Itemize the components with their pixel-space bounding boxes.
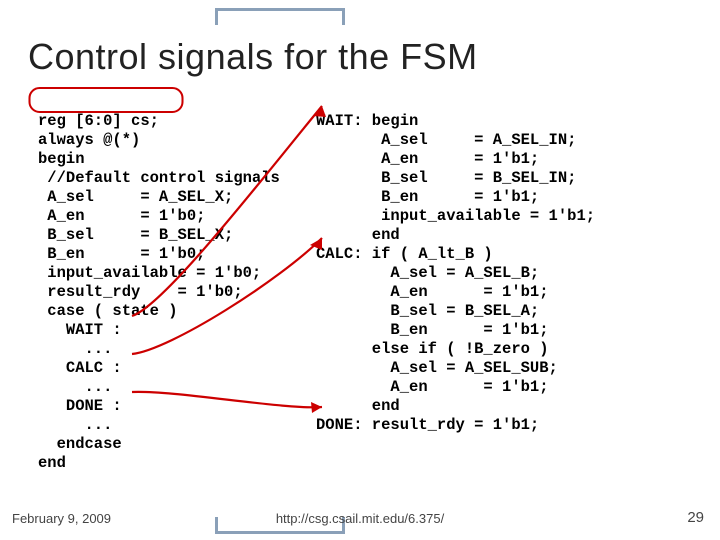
code-left-block: reg [6:0] cs; always @(*) begin //Defaul… [38,112,280,473]
footer-url: http://csg.csail.mit.edu/6.375/ [0,511,720,526]
footer-page-number: 29 [687,509,704,526]
slide: Control signals for the FSM reg [6:0] cs… [0,0,720,540]
slide-title: Control signals for the FSM [28,36,478,78]
code-right-block: WAIT: begin A_sel = A_SEL_IN; A_en = 1'b… [316,112,595,435]
reg-callout-oval [28,87,183,113]
top-bracket-deco [215,8,345,31]
